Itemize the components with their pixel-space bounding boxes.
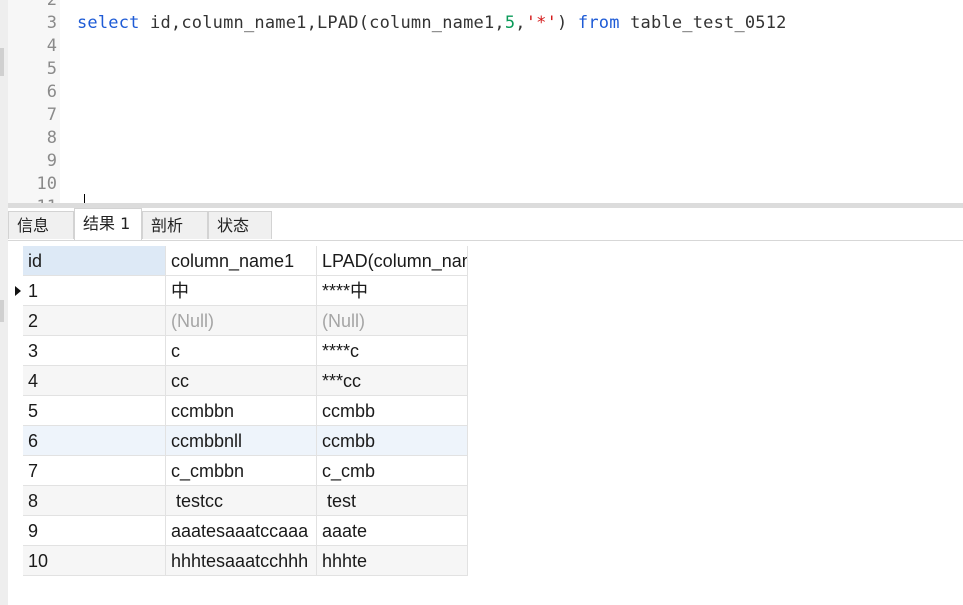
cell-lpad[interactable]: hhhte: [317, 546, 468, 576]
sql-number: 5: [504, 13, 516, 33]
editor-line[interactable]: 5: [8, 58, 963, 81]
editor-line[interactable]: 9: [8, 150, 963, 173]
line-number: 4: [46, 36, 57, 56]
table-row[interactable]: 6 ccmbbnll ccmbb: [8, 426, 468, 456]
cell-lpad[interactable]: ****c: [317, 336, 468, 366]
sql-string: '*': [525, 13, 558, 33]
sql-keyword-from: from: [577, 13, 620, 33]
editor-line[interactable]: 2: [8, 0, 963, 12]
cell-column-name1[interactable]: ccmbbn: [166, 396, 317, 426]
line-number: 5: [46, 59, 57, 79]
line-number: 2: [46, 0, 57, 10]
cell-column-name1[interactable]: testcc: [166, 486, 317, 516]
editor-line[interactable]: 8: [8, 127, 963, 150]
cell-id[interactable]: 9: [23, 516, 166, 546]
cell-lpad[interactable]: aaate: [317, 516, 468, 546]
cell-id[interactable]: 6: [23, 426, 166, 456]
table-row[interactable]: 5 ccmbbn ccmbb: [8, 396, 468, 426]
cell-column-name1[interactable]: cc: [166, 366, 317, 396]
sql-close-paren: ): [557, 13, 578, 33]
editor-line[interactable]: 11: [8, 196, 963, 203]
cell-lpad[interactable]: ccmbb: [317, 396, 468, 426]
cell-id[interactable]: 1: [23, 276, 166, 306]
edge-marker: [0, 300, 4, 322]
cell-id[interactable]: 2: [23, 306, 166, 336]
cell-id[interactable]: 5: [23, 396, 166, 426]
tab-status[interactable]: 状态: [208, 211, 272, 239]
text-cursor: [84, 194, 85, 203]
edge-marker: [0, 48, 4, 76]
editor-line[interactable]: 4: [8, 35, 963, 58]
line-number: 7: [46, 105, 57, 125]
line-number: 8: [46, 128, 57, 148]
cell-id[interactable]: 4: [23, 366, 166, 396]
cell-lpad[interactable]: (Null): [317, 306, 468, 336]
header-column-name1[interactable]: column_name1: [166, 246, 317, 276]
line-number: 10: [36, 174, 57, 194]
cell-lpad[interactable]: ****中: [317, 276, 468, 306]
sql-keyword-select: select: [77, 13, 140, 33]
cell-column-name1[interactable]: c: [166, 336, 317, 366]
cell-column-name1[interactable]: c_cmbbn: [166, 456, 317, 486]
sql-statement[interactable]: select id,column_name1,LPAD(column_name1…: [77, 12, 787, 35]
editor-line[interactable]: 7: [8, 104, 963, 127]
sql-columns: id,column_name1,LPAD(column_name1,: [139, 13, 505, 33]
cell-id[interactable]: 3: [23, 336, 166, 366]
header-id[interactable]: id: [23, 246, 166, 276]
editor-line[interactable]: 10: [8, 173, 963, 196]
grid-header-row: id column_name1 LPAD(column_name1,5,'*'): [8, 246, 468, 276]
line-number: 3: [46, 13, 57, 33]
table-row[interactable]: 4 cc ***cc: [8, 366, 468, 396]
tab-info[interactable]: 信息: [8, 211, 74, 239]
cell-lpad[interactable]: ccmbb: [317, 426, 468, 456]
cell-lpad[interactable]: ***cc: [317, 366, 468, 396]
result-tab-bar: 信息 结果 1 剖析 状态: [8, 208, 963, 241]
cell-id[interactable]: 7: [23, 456, 166, 486]
table-row[interactable]: 7 c_cmbbn c_cmb: [8, 456, 468, 486]
line-number: 6: [46, 82, 57, 102]
line-number: 11: [8, 196, 57, 203]
table-row[interactable]: 10 hhhtesaaatcchhh hhhte: [8, 546, 468, 576]
sql-comma: ,: [515, 13, 526, 33]
line-number: 9: [46, 151, 57, 171]
cell-column-name1[interactable]: aaatesaaatccaaa: [166, 516, 317, 546]
cell-id[interactable]: 10: [23, 546, 166, 576]
tab-profile[interactable]: 剖析: [142, 211, 208, 239]
table-row[interactable]: 3 c ****c: [8, 336, 468, 366]
editor-line[interactable]: 3 select id,column_name1,LPAD(column_name…: [8, 12, 963, 35]
cell-id[interactable]: 8: [23, 486, 166, 516]
left-edge-strip: [0, 0, 8, 605]
cell-lpad[interactable]: test: [317, 486, 468, 516]
sql-editor[interactable]: 2 3 select id,column_name1,LPAD(column_nam…: [8, 0, 963, 203]
tab-result-1[interactable]: 结果 1: [74, 208, 142, 240]
cell-column-name1[interactable]: hhhtesaaatcchhh: [166, 546, 317, 576]
cell-column-name1[interactable]: ccmbbnll: [166, 426, 317, 456]
table-row[interactable]: 9 aaatesaaatccaaa aaate: [8, 516, 468, 546]
table-row[interactable]: 2 (Null) (Null): [8, 306, 468, 336]
table-row[interactable]: 8 testcc test: [8, 486, 468, 516]
cell-column-name1[interactable]: (Null): [166, 306, 317, 336]
current-row-indicator-icon: [15, 286, 21, 296]
table-row[interactable]: 1 中 ****中: [8, 276, 468, 306]
editor-line[interactable]: 6: [8, 81, 963, 104]
header-lpad[interactable]: LPAD(column_name1,5,'*'): [317, 246, 468, 276]
cell-column-name1[interactable]: 中: [166, 276, 317, 306]
sql-table-name: table_test_0512: [619, 13, 787, 33]
cell-lpad[interactable]: c_cmb: [317, 456, 468, 486]
